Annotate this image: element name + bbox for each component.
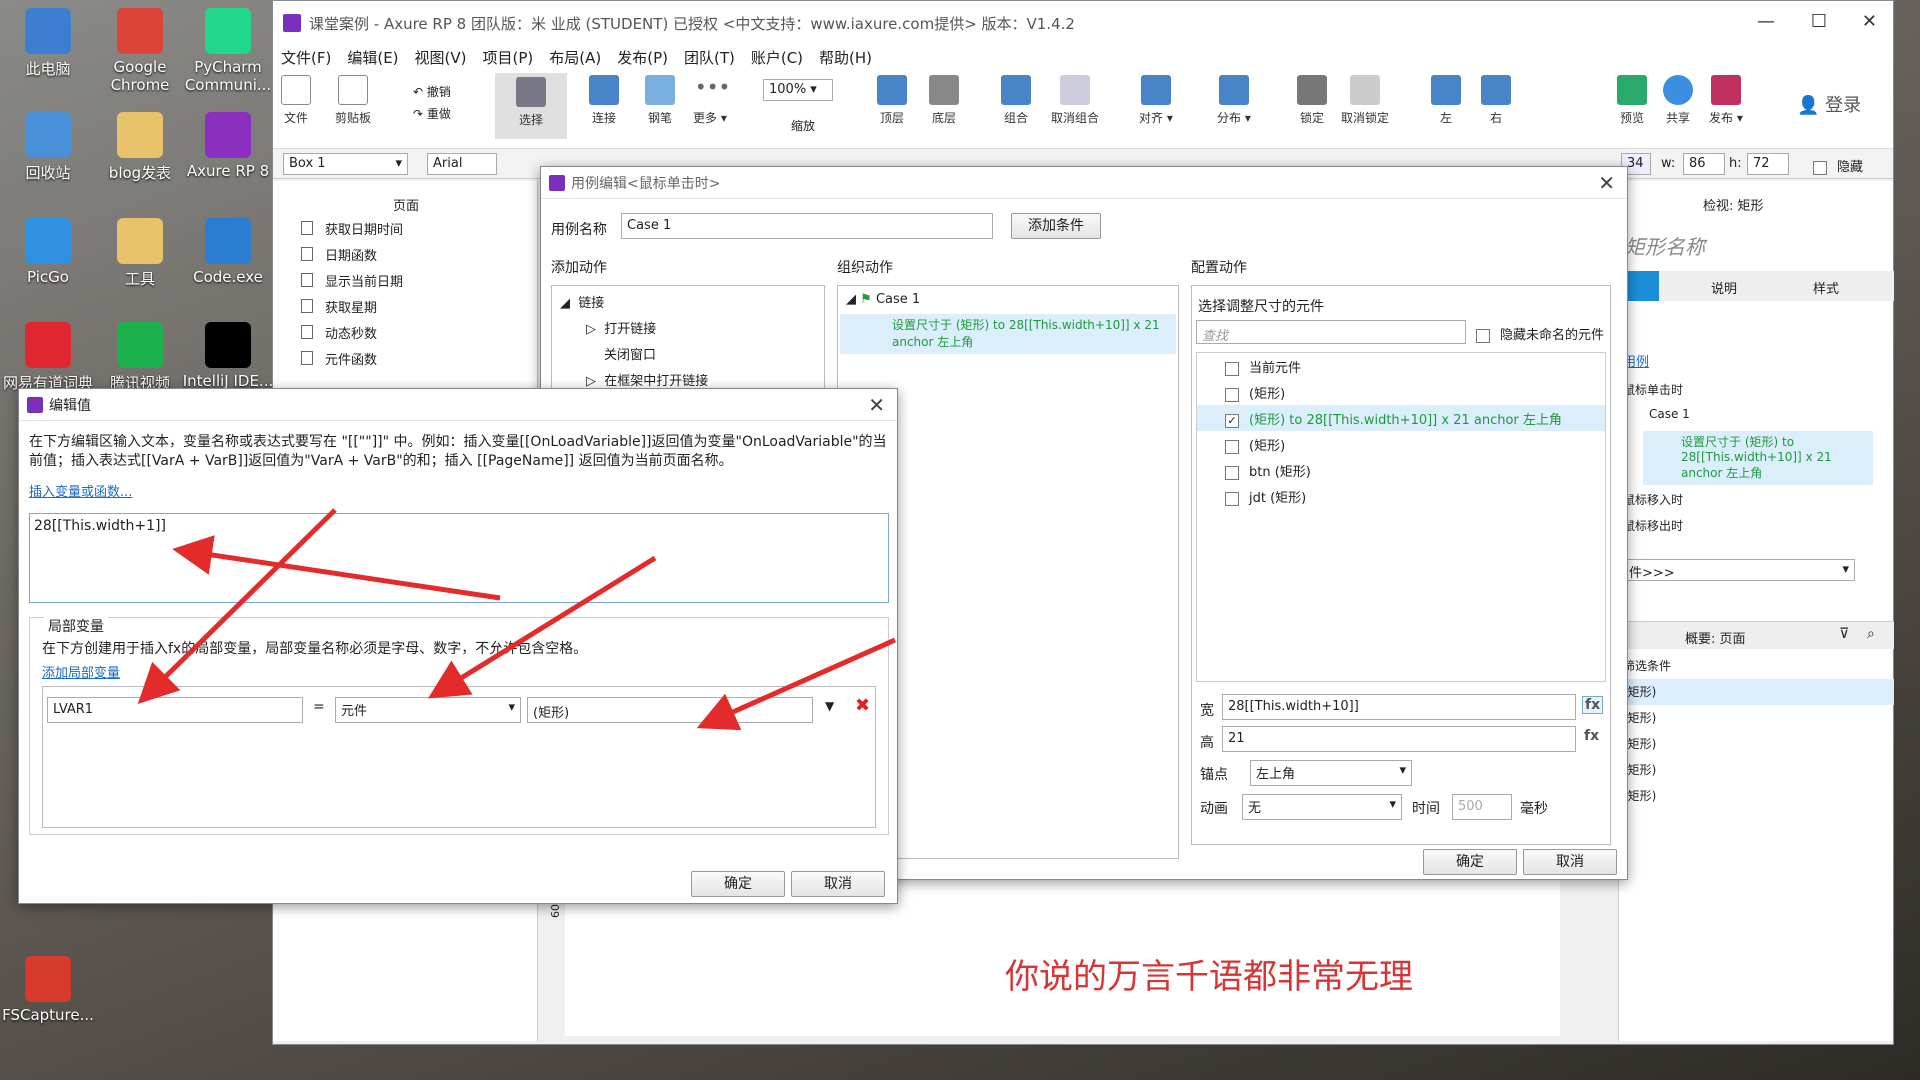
annotation-arrow [172, 535, 501, 601]
annotation-arrow [696, 637, 897, 731]
annotation-arrow [427, 555, 657, 699]
annotation-arrow [137, 508, 337, 705]
annotation-arrows [137, 508, 897, 731]
